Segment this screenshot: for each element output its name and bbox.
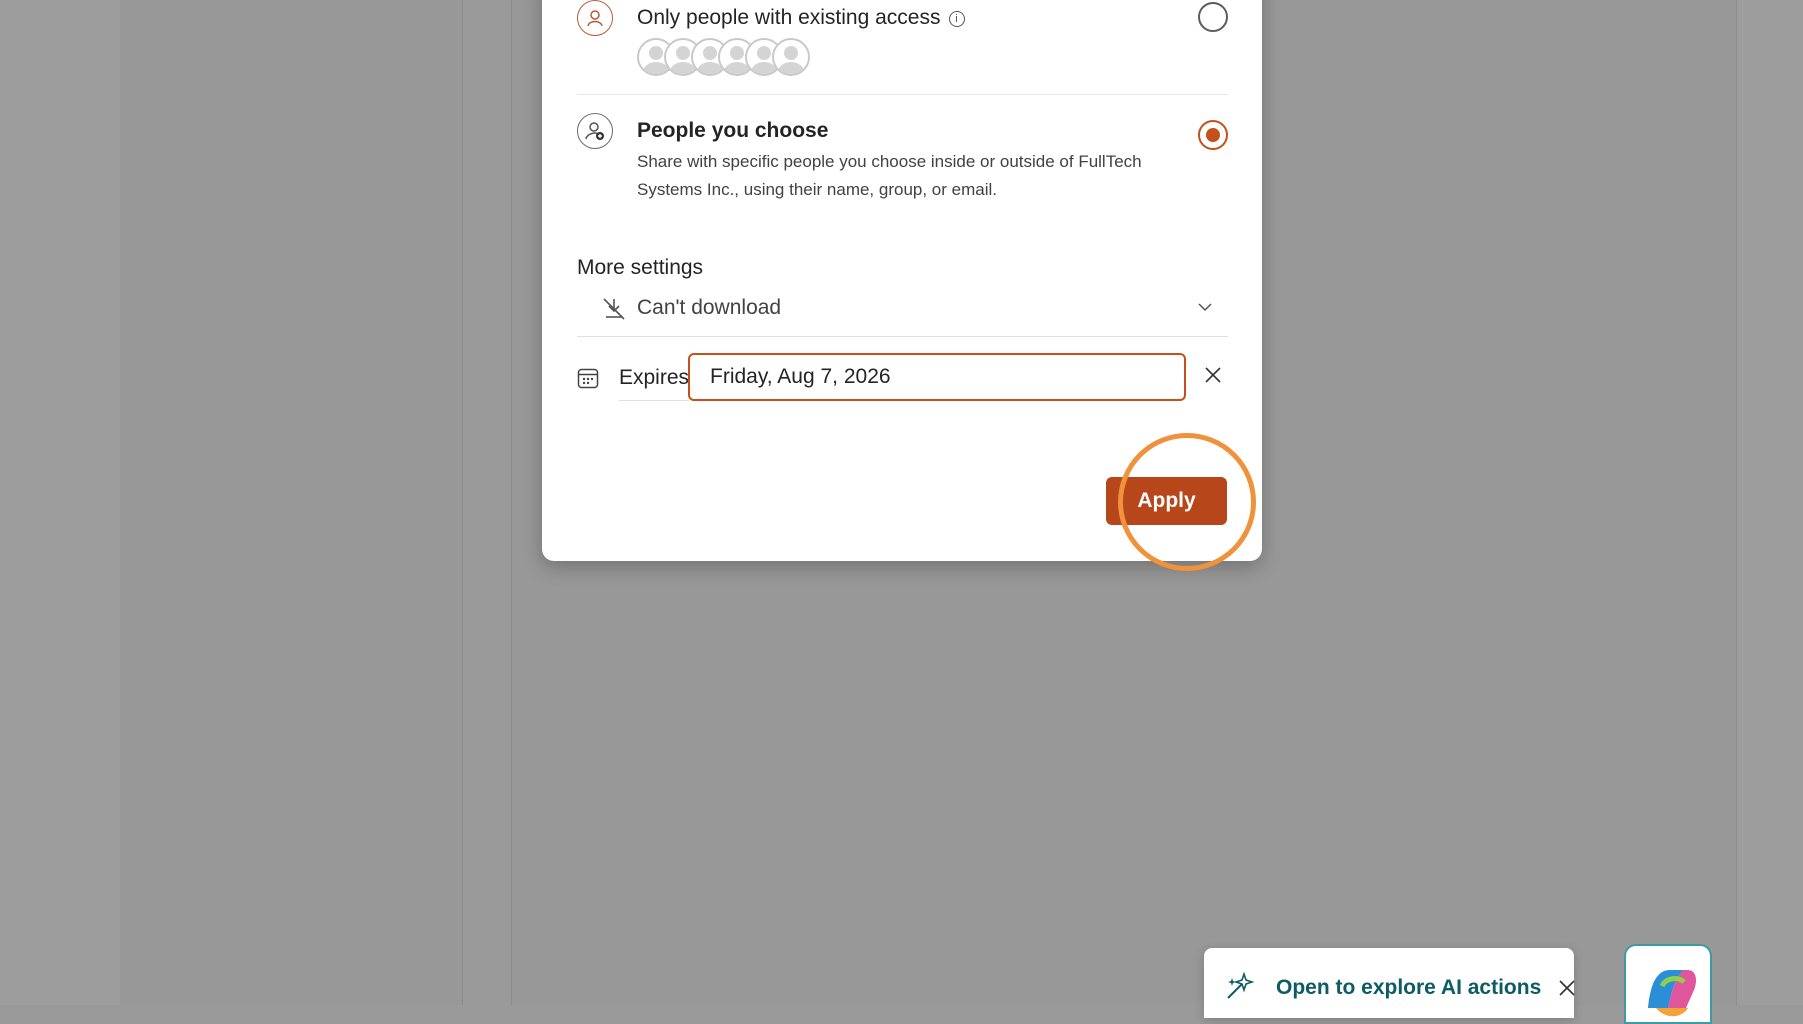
apply-button[interactable]: Apply [1106, 477, 1227, 525]
background-sidebar [120, 0, 463, 1005]
close-icon[interactable] [1557, 978, 1577, 998]
copilot-icon [1648, 970, 1696, 1017]
clear-date-icon[interactable] [1201, 363, 1225, 387]
avatar-stack [637, 38, 817, 78]
sparkle-icon [1227, 971, 1255, 999]
expiration-date-field[interactable] [688, 353, 1186, 401]
copilot-button[interactable] [1624, 944, 1712, 1024]
link-settings-dialog: Only people with existing access i People… [542, 0, 1262, 561]
option-description: Share with specific people you choose in… [637, 152, 1142, 199]
info-icon[interactable]: i [948, 11, 965, 27]
expires-label: Expires [619, 366, 690, 401]
more-settings-heading: More settings [577, 256, 704, 279]
ai-actions-toast[interactable]: Open to explore AI actions [1204, 948, 1577, 1018]
person-icon [577, 0, 613, 36]
option-title: People you choose [637, 119, 829, 142]
background-rail [0, 0, 121, 1005]
person-add-icon [577, 113, 613, 149]
divider [577, 94, 1228, 95]
option-title: Only people with existing access i [637, 6, 965, 30]
download-dropdown[interactable]: Can't download [577, 284, 1228, 337]
chevron-down-icon [1198, 303, 1212, 312]
option-people-you-choose[interactable]: People you choose Share with specific pe… [577, 113, 1228, 203]
radio-people-you-choose[interactable] [1198, 120, 1228, 150]
no-download-icon [603, 298, 625, 320]
avatar [772, 38, 810, 76]
option-existing-access[interactable]: Only people with existing access i [577, 0, 1228, 78]
ai-actions-text: Open to explore AI actions [1276, 976, 1542, 999]
background-divider [463, 0, 512, 1005]
calendar-icon [577, 368, 599, 389]
expires-row: Expires [577, 353, 1228, 403]
background-right-edge [1737, 0, 1803, 1005]
radio-existing-access[interactable] [1198, 2, 1228, 32]
download-option-label: Can't download [637, 296, 782, 319]
